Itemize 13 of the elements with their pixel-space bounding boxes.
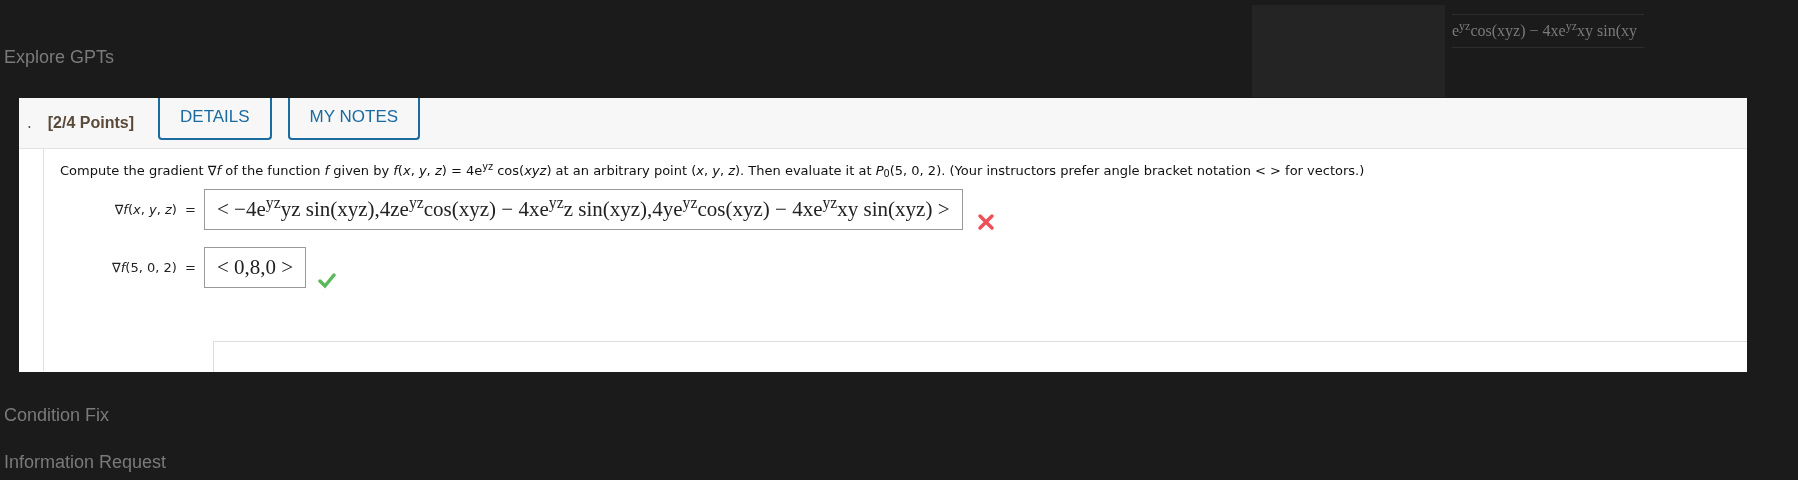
answer-label: ∇f(5, 0, 2) = <box>111 258 196 277</box>
sidebar-item[interactable]: Condition Fix <box>4 402 110 429</box>
formula-fragment: e$^{yz}$cos(xyz) − 4xe$^{yz}$xy sin(xy <box>1452 14 1644 48</box>
answer-label: ∇f(x, y, z) = <box>113 200 196 219</box>
answer-field[interactable]: < −4e$^{yz}$yz sin(xyz),4ze$^{yz}$cos(xyz) − 4xe$^{yz}$z sin(xyz),4ye$^{yz}$cos(xyz) − 4xe$^{yz}$xy sin(xyz) > <box>204 188 963 231</box>
sidebar-item[interactable]: Information Request <box>4 449 167 476</box>
question-number: . <box>27 112 32 134</box>
details-button[interactable]: DETAILS <box>158 98 272 140</box>
details-button[interactable]: MY NOTES <box>287 98 421 140</box>
points-label: [2/4 Points] <box>47 113 134 133</box>
answer-field[interactable]: < 0,8,0 > <box>204 246 307 289</box>
sidebar-item[interactable]: Explore GPTs <box>4 44 115 71</box>
question-text: Compute the gradient ∇f of the function f given by f(x, y, z) = 4e$^{yz}$ cos(xyz) at an arbitrary point (x, y, z). Then evaluate it at P$_{0}$(5, 0, 2). (Your instructors prefer angle bracket notation < > for vectors.) <box>60 161 1366 181</box>
